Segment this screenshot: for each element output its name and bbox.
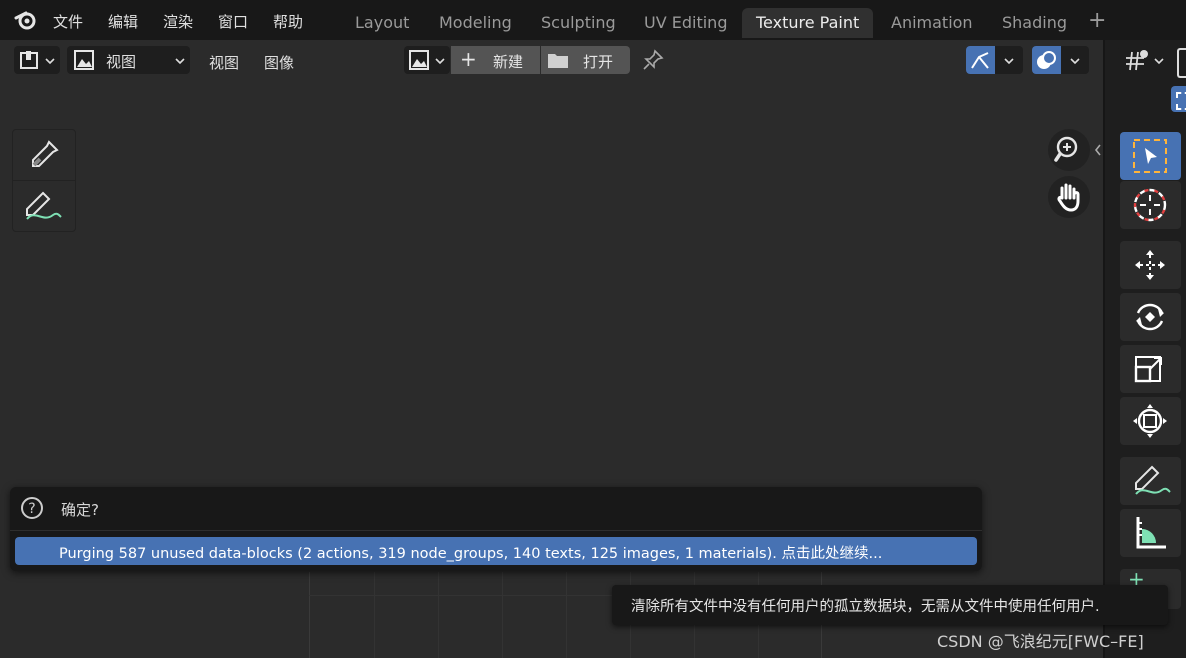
- menu-file[interactable]: 文件: [53, 11, 83, 32]
- tool-select-box[interactable]: [1120, 132, 1181, 180]
- purge-tooltip: 清除所有文件中没有任何用户的孤立数据块，无需从文件中使用任何用户.: [612, 585, 1168, 625]
- image-icon: [409, 50, 429, 70]
- blender-logo-icon[interactable]: [14, 8, 38, 32]
- chevron-down-icon: [1070, 58, 1080, 65]
- move-arrows-icon: [1135, 250, 1165, 280]
- menu-window[interactable]: 窗口: [218, 11, 248, 32]
- tool-annotate[interactable]: [12, 180, 76, 232]
- tool-move[interactable]: [1120, 241, 1181, 289]
- uv-sync-icon: [971, 52, 989, 69]
- tab-modeling[interactable]: Modeling: [425, 8, 526, 38]
- rotate-icon: [1136, 303, 1164, 331]
- editor-header: 视图 视图 图像 + 新建 打开: [0, 40, 1103, 80]
- annotate-pen-icon: [26, 191, 62, 220]
- tool-sample[interactable]: [12, 129, 76, 181]
- tool-panel: +: [1103, 40, 1186, 658]
- uv-grid-line: [502, 572, 503, 658]
- uv-grid-line: [438, 572, 439, 658]
- chevron-down-icon: [435, 58, 445, 65]
- chevron-down-icon: [45, 58, 55, 65]
- uv-grid-line: [374, 572, 375, 658]
- panel-edge-button[interactable]: [1177, 48, 1186, 78]
- tool-cursor[interactable]: [1120, 181, 1181, 229]
- tab-texture-paint[interactable]: Texture Paint: [742, 8, 874, 38]
- snap-toggle[interactable]: [1118, 46, 1180, 74]
- cursor-crosshair-icon: [1133, 188, 1167, 222]
- zoom-in-icon: [1054, 136, 1078, 162]
- chevron-down-icon: [1154, 58, 1164, 65]
- new-image-button[interactable]: + 新建: [451, 46, 540, 74]
- view-mode-label: 视图: [106, 53, 137, 71]
- select-box-icon: [1133, 139, 1167, 173]
- image-browse-button[interactable]: [404, 46, 450, 74]
- snap-icon: [1126, 50, 1148, 71]
- uv-grid-line: [566, 572, 567, 658]
- confirm-dialog: ? 确定? Purging 587 unused data-blocks (2 …: [10, 487, 982, 571]
- chevron-down-icon: [1004, 58, 1014, 65]
- tab-sculpting[interactable]: Sculpting: [527, 8, 630, 38]
- pan-button[interactable]: [1048, 176, 1090, 218]
- tool-rotate[interactable]: [1120, 293, 1181, 341]
- image-icon: [74, 50, 94, 70]
- chevron-down-icon: [175, 58, 185, 65]
- view-mode-dropdown[interactable]: 视图: [67, 46, 190, 74]
- chevron-left-icon[interactable]: [1094, 144, 1102, 156]
- transform-icon: [1133, 404, 1167, 438]
- menu-view[interactable]: 视图: [209, 52, 239, 73]
- open-image-button[interactable]: 打开: [541, 46, 630, 74]
- confirm-purge-button[interactable]: Purging 587 unused data-blocks (2 action…: [15, 537, 977, 565]
- menu-image[interactable]: 图像: [264, 52, 294, 73]
- tab-animation[interactable]: Animation: [877, 8, 987, 38]
- svg-text:?: ?: [28, 501, 35, 517]
- folder-icon: [548, 54, 568, 68]
- open-image-label: 打开: [583, 53, 614, 71]
- menu-help[interactable]: 帮助: [273, 11, 303, 32]
- select-mode-button[interactable]: [1171, 86, 1186, 112]
- overlay-toggle[interactable]: [1032, 46, 1089, 74]
- paint-editor-icon: [20, 51, 38, 69]
- eyedropper-icon: [32, 140, 59, 167]
- zoom-button[interactable]: [1048, 129, 1090, 171]
- new-image-label: 新建: [493, 53, 524, 71]
- pin-icon[interactable]: [642, 49, 664, 71]
- gizmo-toggle[interactable]: [966, 46, 1023, 74]
- tool-scale[interactable]: [1120, 345, 1181, 393]
- tooltip-text: 清除所有文件中没有任何用户的孤立数据块，无需从文件中使用任何用户.: [631, 599, 1100, 615]
- scale-icon: [1134, 356, 1162, 383]
- tab-layout[interactable]: Layout: [341, 8, 423, 38]
- question-icon: ?: [21, 497, 43, 519]
- editor-type-selector[interactable]: [14, 46, 60, 74]
- dialog-title: 确定?: [61, 501, 99, 519]
- plus-icon: +: [460, 47, 477, 71]
- top-bar: 文件 编辑 渲染 窗口 帮助 Layout Modeling Sculpting…: [0, 0, 1186, 40]
- confirm-purge-label: Purging 587 unused data-blocks (2 action…: [59, 546, 883, 562]
- overlay-icon: [1037, 51, 1056, 69]
- tool-annotate-right[interactable]: [1120, 457, 1181, 505]
- hand-icon: [1057, 183, 1080, 212]
- tab-shading[interactable]: Shading: [988, 8, 1081, 38]
- ruler-icon: [1136, 517, 1166, 549]
- uv-grid-line: [309, 572, 310, 658]
- add-workspace-icon[interactable]: +: [1088, 8, 1106, 33]
- annotate-pen-icon: [1135, 465, 1171, 495]
- menu-edit[interactable]: 编辑: [108, 11, 138, 32]
- tool-measure[interactable]: [1120, 509, 1181, 557]
- menu-render[interactable]: 渲染: [163, 11, 193, 32]
- watermark: CSDN @飞浪纪元[FWC–FE]: [937, 632, 1144, 651]
- tab-uv-editing[interactable]: UV Editing: [630, 8, 741, 38]
- tool-transform[interactable]: [1120, 397, 1181, 445]
